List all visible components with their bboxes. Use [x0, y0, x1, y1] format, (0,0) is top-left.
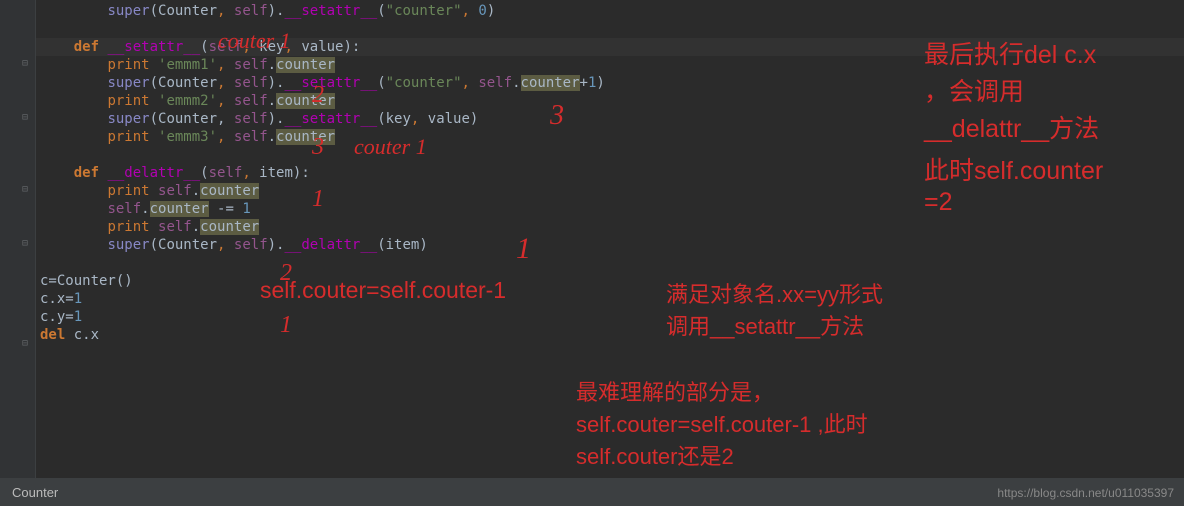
fold-icon[interactable]: ⊟: [22, 238, 32, 248]
code-line[interactable]: del c.x: [36, 326, 1184, 344]
code-line[interactable]: print 'emmm3', self.counter: [36, 128, 1184, 146]
code-line[interactable]: super(Counter, self).__setattr__("counte…: [36, 2, 1184, 20]
code-line[interactable]: super(Counter, self).__setattr__(key, va…: [36, 110, 1184, 128]
code-line[interactable]: [36, 20, 1184, 38]
fold-icon[interactable]: ⊟: [22, 184, 32, 194]
code-editor[interactable]: super(Counter, self).__setattr__("counte…: [36, 0, 1184, 478]
code-line[interactable]: c.x=1: [36, 290, 1184, 308]
code-line[interactable]: print 'emmm1', self.counter: [36, 56, 1184, 74]
code-line[interactable]: print self.counter: [36, 218, 1184, 236]
code-line[interactable]: [36, 146, 1184, 164]
code-line[interactable]: super(Counter, self).__delattr__(item): [36, 236, 1184, 254]
watermark: https://blog.csdn.net/u011035397: [997, 486, 1174, 500]
code-line[interactable]: def __delattr__(self, item):: [36, 164, 1184, 182]
editor-gutter: ⊟ ⊟ ⊟ ⊟ ⊟: [0, 0, 36, 478]
breadcrumb[interactable]: Counter: [12, 485, 58, 500]
code-line[interactable]: print self.counter: [36, 182, 1184, 200]
code-line[interactable]: self.counter -= 1: [36, 200, 1184, 218]
code-line[interactable]: [36, 254, 1184, 272]
code-line[interactable]: print 'emmm2', self.counter: [36, 92, 1184, 110]
fold-icon[interactable]: ⊟: [22, 58, 32, 68]
code-line[interactable]: c=Counter(): [36, 272, 1184, 290]
fold-icon[interactable]: ⊟: [22, 112, 32, 122]
fold-icon[interactable]: ⊟: [22, 338, 32, 348]
code-line[interactable]: def __setattr__(self, key, value):: [36, 38, 1184, 56]
code-line[interactable]: c.y=1: [36, 308, 1184, 326]
code-line[interactable]: super(Counter, self).__setattr__("counte…: [36, 74, 1184, 92]
